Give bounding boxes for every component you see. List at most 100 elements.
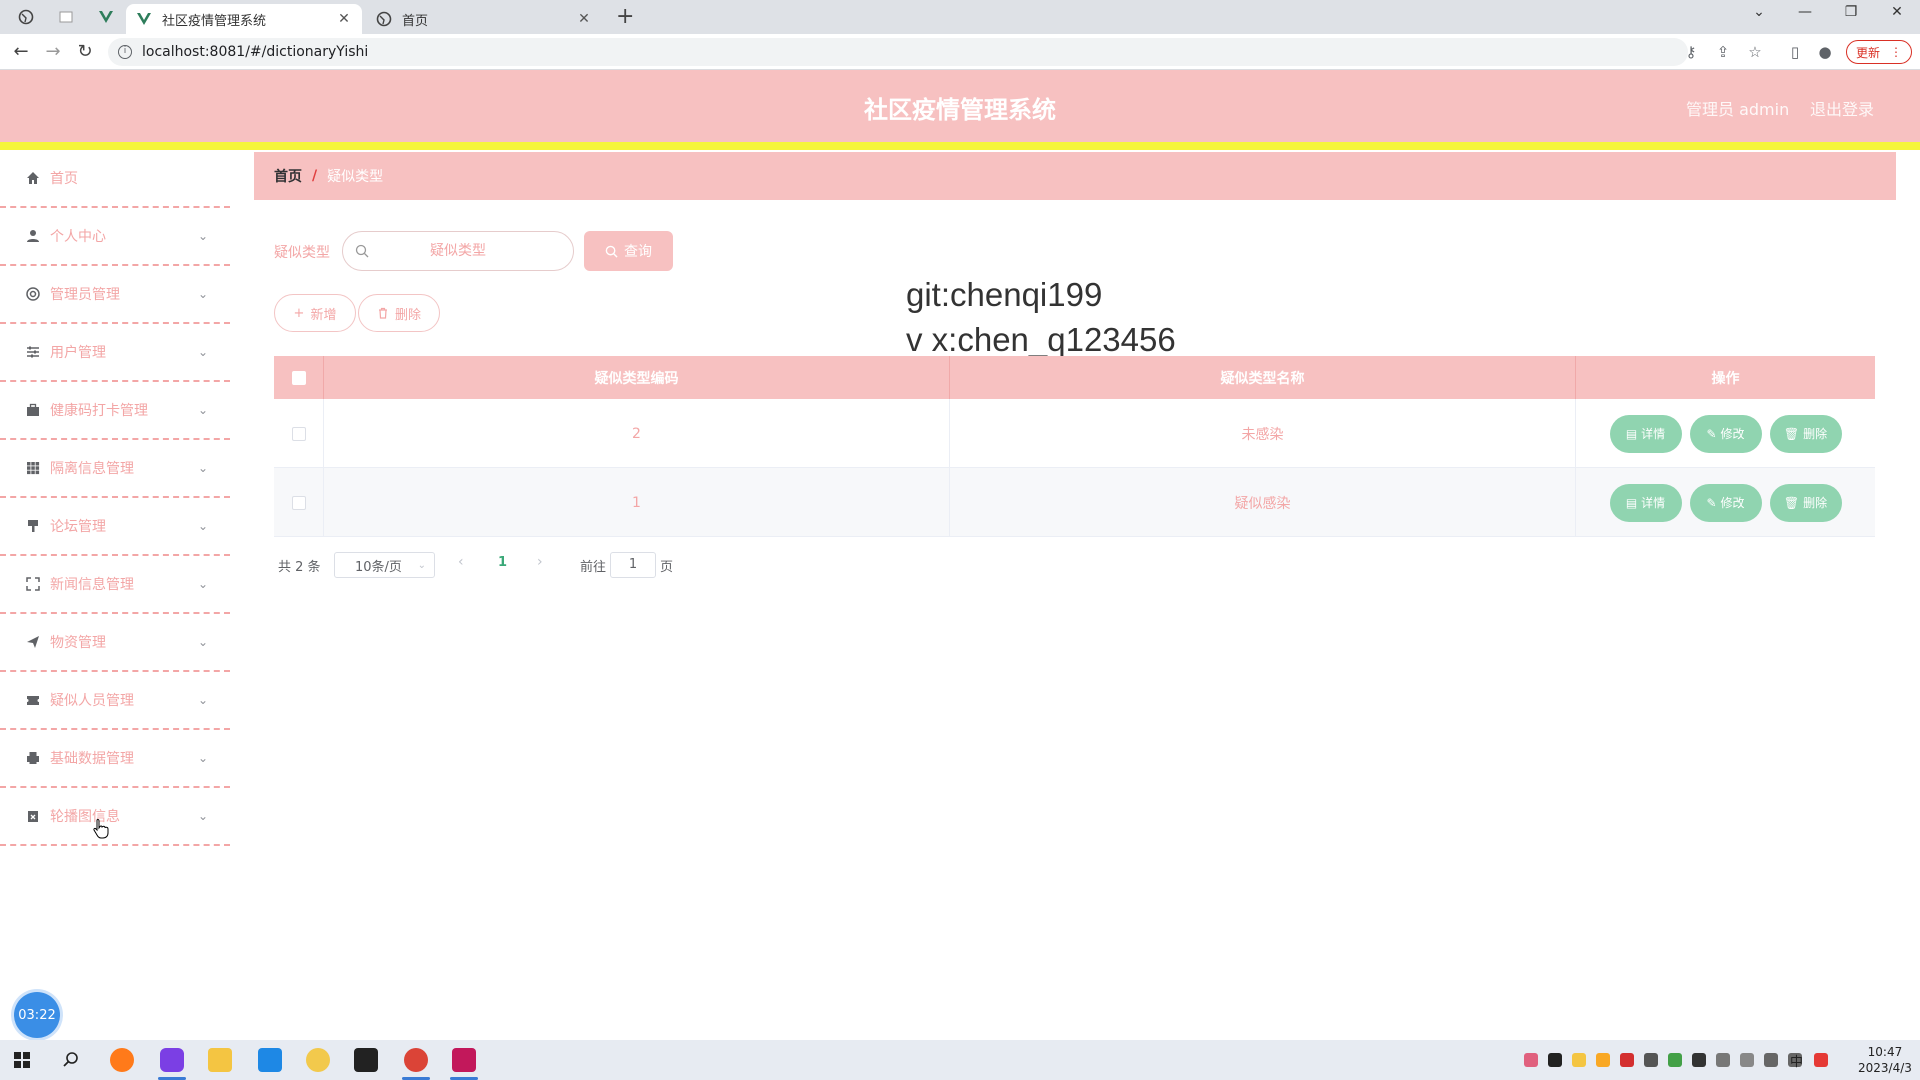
- battery-icon[interactable]: [1740, 1053, 1754, 1067]
- pinned-tab[interactable]: [92, 6, 120, 28]
- sidebar-item-admins[interactable]: 管理员管理 ⌄: [0, 266, 230, 324]
- detail-button[interactable]: ▤ 详情: [1609, 414, 1682, 453]
- page-size-select[interactable]: 10条/页 ⌄: [334, 552, 435, 578]
- logout-link[interactable]: 退出登录: [1810, 96, 1874, 120]
- info-icon[interactable]: i: [118, 45, 132, 59]
- tray-app-icon[interactable]: [1572, 1053, 1586, 1067]
- key-icon[interactable]: ⚷: [1682, 43, 1700, 61]
- share-icon[interactable]: ⇪: [1714, 43, 1732, 61]
- folder-icon[interactable]: [208, 1048, 232, 1072]
- cell-code: 2: [324, 399, 950, 468]
- sidebar-item-label: 新闻信息管理: [50, 577, 134, 593]
- edit-button[interactable]: ✎ 修改: [1689, 483, 1762, 522]
- sidebar-item-quarantine[interactable]: 隔离信息管理 ⌄: [0, 440, 230, 498]
- search-input-field[interactable]: [343, 243, 573, 259]
- sidebar-item-news[interactable]: 新闻信息管理 ⌄: [0, 556, 230, 614]
- tab-inactive[interactable]: 首页 ✕: [366, 4, 602, 34]
- next-page-button[interactable]: ›: [537, 554, 543, 570]
- detail-button[interactable]: ▤ 详情: [1609, 483, 1682, 522]
- chevron-down-icon: ⌄: [197, 693, 208, 707]
- column-header: 疑似类型名称: [950, 356, 1576, 399]
- row-checkbox[interactable]: [291, 426, 306, 441]
- windows-start-icon[interactable]: [14, 1052, 30, 1068]
- tray-app-icon[interactable]: [1644, 1053, 1658, 1067]
- tab-active[interactable]: 社区疫情管理系统 ✕: [126, 4, 362, 34]
- sidebar-item-profile[interactable]: 个人中心 ⌄: [0, 208, 230, 266]
- ime-indicator[interactable]: 中: [1790, 1051, 1803, 1070]
- sidebar-item-carousel[interactable]: 轮播图信息 ⌄: [0, 788, 230, 846]
- prev-page-button[interactable]: ‹: [458, 554, 464, 570]
- chevron-down-icon: ⌄: [197, 809, 208, 823]
- row-checkbox[interactable]: [291, 495, 306, 510]
- edit-button[interactable]: ✎ 修改: [1689, 414, 1762, 453]
- terminal-icon[interactable]: [354, 1048, 378, 1072]
- vscode-icon[interactable]: [258, 1048, 282, 1072]
- chevron-down-icon: ⌄: [197, 345, 208, 359]
- header-divider: [0, 142, 1920, 150]
- clock[interactable]: 10:47 2023/4/3: [1858, 1044, 1912, 1076]
- timer-badge[interactable]: 03:22: [14, 992, 60, 1038]
- tray-app-icon[interactable]: [1716, 1053, 1730, 1067]
- tab-search-icon[interactable]: ⌄: [1744, 4, 1774, 20]
- new-tab-button[interactable]: +: [616, 6, 634, 28]
- close-icon[interactable]: ✕: [576, 11, 592, 27]
- search-icon[interactable]: [62, 1051, 80, 1069]
- wechat-icon[interactable]: [1668, 1053, 1682, 1067]
- profile-icon[interactable]: ●: [1816, 43, 1834, 61]
- sidebar-item-supplies[interactable]: 物资管理 ⌄: [0, 614, 230, 672]
- trash-icon: 🗑: [1783, 426, 1800, 441]
- tray-app-icon[interactable]: [1620, 1053, 1634, 1067]
- delete-button[interactable]: 🗑 删除: [1769, 483, 1842, 522]
- chevron-down-icon: ⌄: [197, 519, 208, 533]
- window-close-icon[interactable]: ✕: [1882, 4, 1912, 20]
- pinned-tab[interactable]: [12, 6, 40, 28]
- qq-icon[interactable]: [1692, 1053, 1706, 1067]
- search-input[interactable]: [342, 231, 574, 271]
- page-number[interactable]: 1: [498, 555, 507, 570]
- star-icon[interactable]: ☆: [1746, 43, 1764, 61]
- sidebar: 首页 个人中心 ⌄ 管理员管理 ⌄ 用户管理 ⌄ 健康码打卡管理 ⌄ 隔离信息管…: [0, 150, 230, 1040]
- chrome-icon[interactable]: [404, 1048, 428, 1072]
- chevron-down-icon: ⌄: [417, 559, 426, 571]
- add-button[interactable]: + 新增: [274, 294, 356, 332]
- goto-page-input[interactable]: 1: [610, 552, 656, 578]
- cell-actions: ▤ 详情 ✎ 修改 🗑 删除: [1576, 468, 1875, 537]
- tray-app-icon[interactable]: [1524, 1053, 1538, 1067]
- query-button[interactable]: 查询: [584, 231, 673, 271]
- minimize-icon[interactable]: —: [1790, 4, 1820, 20]
- close-icon[interactable]: ✕: [336, 11, 352, 27]
- sidebar-item-home[interactable]: 首页: [0, 150, 230, 208]
- delete-button[interactable]: 🗑 删除: [1769, 414, 1842, 453]
- side-panel-icon[interactable]: ▯: [1786, 43, 1804, 61]
- update-button[interactable]: 更新 ⋮: [1846, 40, 1912, 64]
- sidebar-item-suspects[interactable]: 疑似人员管理 ⌄: [0, 672, 230, 730]
- wifi-icon[interactable]: [1764, 1053, 1778, 1067]
- sidebar-item-base-data[interactable]: 基础数据管理 ⌄: [0, 730, 230, 788]
- pinned-tab[interactable]: [52, 6, 80, 28]
- select-all-checkbox[interactable]: [291, 370, 306, 385]
- url-field[interactable]: i localhost:8081/#/dictionaryYishi: [108, 38, 1688, 66]
- intellij-icon[interactable]: [452, 1048, 476, 1072]
- batch-delete-label: 删除: [394, 307, 421, 323]
- forward-icon[interactable]: →: [42, 41, 64, 63]
- more-vert-icon: ⋮: [1890, 45, 1902, 59]
- breadcrumb-home[interactable]: 首页: [274, 166, 302, 186]
- restore-icon[interactable]: ❐: [1836, 4, 1866, 20]
- sidebar-item-label: 论坛管理: [50, 519, 106, 535]
- clock-time: 10:47: [1867, 1045, 1903, 1059]
- batch-delete-button[interactable]: 删除: [358, 294, 440, 332]
- app-icon[interactable]: [160, 1048, 184, 1072]
- back-icon[interactable]: ←: [10, 41, 32, 63]
- sidebar-item-label: 个人中心: [50, 229, 106, 245]
- sidebar-item-users[interactable]: 用户管理 ⌄: [0, 324, 230, 382]
- tray-app-icon[interactable]: [1814, 1053, 1828, 1067]
- reload-icon[interactable]: ↻: [74, 41, 96, 63]
- shield-icon[interactable]: [1596, 1053, 1610, 1067]
- trash-icon: [378, 307, 387, 319]
- app-icon[interactable]: [306, 1048, 330, 1072]
- detail-label: 详情: [1641, 427, 1666, 441]
- sidebar-item-forum[interactable]: 论坛管理 ⌄: [0, 498, 230, 556]
- firefox-icon[interactable]: [110, 1048, 134, 1072]
- tray-app-icon[interactable]: [1548, 1053, 1562, 1067]
- sidebar-item-health-code[interactable]: 健康码打卡管理 ⌄: [0, 382, 230, 440]
